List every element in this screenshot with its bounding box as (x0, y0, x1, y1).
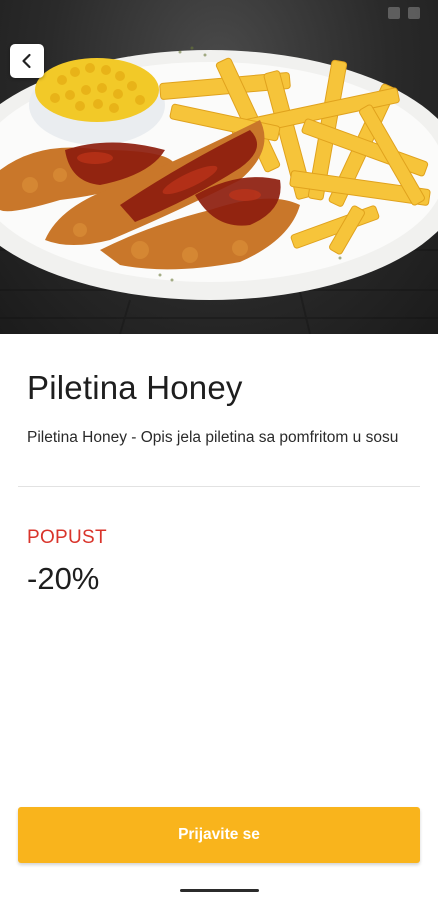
discount-label: POPUST (27, 527, 107, 548)
battery-icon (408, 7, 420, 19)
product-image (0, 0, 438, 334)
product-title: Piletina Honey (27, 369, 243, 406)
discount-value: -20% (27, 561, 100, 596)
divider (18, 486, 420, 487)
login-button-label: Prijavite se (178, 826, 260, 843)
status-icons (388, 7, 420, 19)
product-description: Piletina Honey - Opis jela piletina sa p… (27, 429, 399, 446)
home-indicator (180, 889, 259, 892)
chevron-left-icon (22, 53, 31, 69)
status-bar (0, 0, 438, 28)
signal-icon (388, 7, 400, 19)
back-button[interactable] (10, 44, 44, 78)
login-button[interactable]: Prijavite se (18, 807, 420, 863)
food-photo (0, 46, 438, 334)
